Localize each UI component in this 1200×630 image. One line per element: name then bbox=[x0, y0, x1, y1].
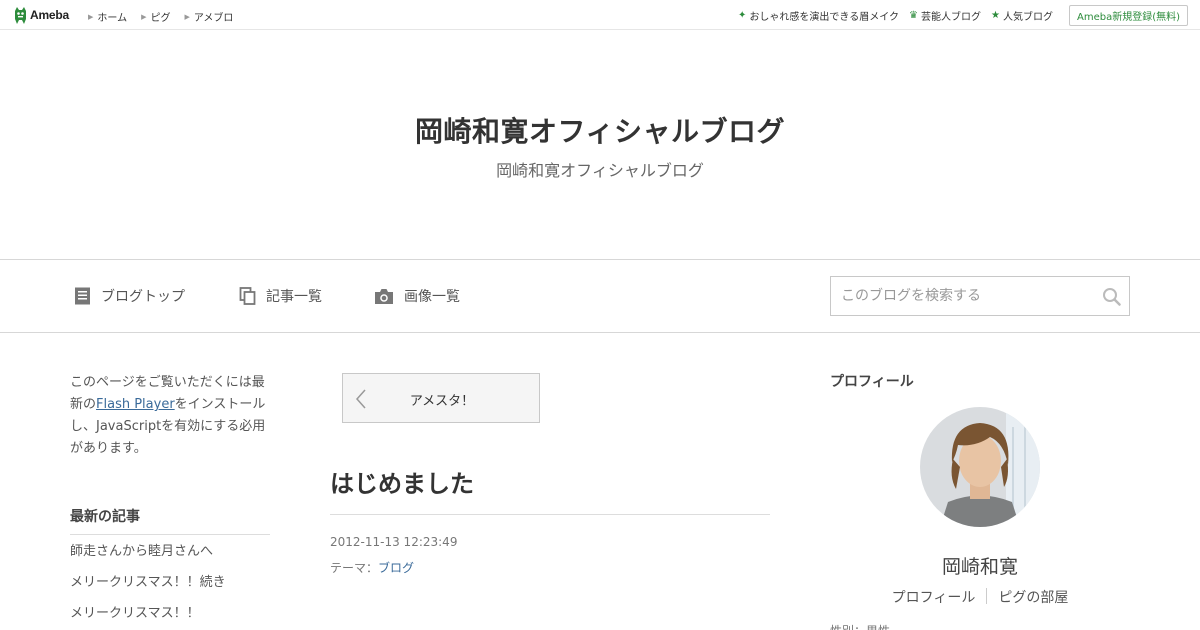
entry-date: 2012-11-13 12:23:49 bbox=[330, 535, 458, 549]
divider bbox=[986, 588, 988, 604]
nav-article-list[interactable]: 記事一覧 bbox=[239, 286, 322, 306]
pigg-room-link[interactable]: ピグの部屋 bbox=[998, 587, 1068, 607]
blog-nav: ブログトップ 記事一覧 画像一覧 bbox=[0, 260, 1200, 333]
flash-notice: このページをご覧いただくには最新のFlash Playerをインストールし、Ja… bbox=[70, 372, 270, 460]
chevron-right-icon: ▶ bbox=[184, 12, 190, 21]
list-item[interactable]: メリークリスマス！！ bbox=[70, 603, 270, 630]
crown-icon: ♛ bbox=[909, 10, 919, 21]
popular-blog-link[interactable]: ★ 人気ブログ bbox=[991, 8, 1053, 23]
nav-blog-top[interactable]: ブログトップ bbox=[74, 286, 185, 306]
document-icon bbox=[75, 287, 90, 305]
divider bbox=[330, 514, 770, 515]
entry-theme-link[interactable]: ブログ bbox=[378, 561, 414, 575]
global-nav-label: ホーム bbox=[97, 13, 128, 24]
global-nav-ameblo[interactable]: ▶ アメブロ bbox=[184, 9, 234, 25]
search-input[interactable] bbox=[831, 277, 1091, 315]
sparkle-icon: ✦ bbox=[738, 10, 747, 21]
ameba-logo-icon bbox=[15, 6, 26, 24]
celebrity-blog-link[interactable]: ♛ 芸能人ブログ bbox=[909, 8, 981, 23]
previous-entry-button[interactable]: アメスタ！ bbox=[342, 373, 540, 423]
camera-icon bbox=[375, 288, 393, 304]
list-item[interactable]: 師走さんから睦月さんへ bbox=[70, 541, 270, 572]
star-icon: ★ bbox=[991, 10, 1000, 21]
popular-blog-label: 人気ブログ bbox=[1002, 12, 1053, 23]
chevron-right-icon: ▶ bbox=[88, 12, 94, 21]
global-nav-label: アメブロ bbox=[193, 13, 234, 24]
entry-theme: テーマ：ブログ bbox=[330, 559, 414, 576]
blog-description: 岡崎和寛オフィシャルブログ bbox=[496, 161, 704, 180]
entry-theme-prefix: テーマ： bbox=[330, 561, 379, 575]
avatar[interactable] bbox=[920, 407, 1040, 527]
global-right-links: ✦ おしゃれ感を演出できる眉メイク ♛ 芸能人ブログ ★ 人気ブログ Ameba… bbox=[738, 5, 1188, 26]
celebrity-blog-label: 芸能人ブログ bbox=[921, 12, 982, 23]
flash-player-link[interactable]: Flash Player bbox=[96, 397, 175, 412]
search-icon[interactable] bbox=[1102, 287, 1121, 306]
list-item[interactable]: メリークリスマス！！続き bbox=[70, 572, 270, 603]
left-sidebar: このページをご覧いただくには最新のFlash Playerをインストールし、Ja… bbox=[70, 372, 270, 630]
global-nav-label: ピグ bbox=[150, 13, 171, 24]
nav-article-list-label: 記事一覧 bbox=[266, 289, 322, 305]
profile-link[interactable]: プロフィール bbox=[892, 587, 976, 607]
global-header: Ameba ▶ ホーム ▶ ピグ ▶ アメブロ ✦ おしゃれ感を演出できる眉メイク ♛… bbox=[0, 0, 1200, 30]
ameba-logo-text: Ameba bbox=[30, 8, 70, 22]
profile-name: 岡崎和寛 bbox=[941, 556, 1018, 578]
ameba-logo[interactable]: Ameba bbox=[14, 6, 69, 24]
blog-header: 岡崎和寛オフィシャルブログ 岡崎和寛オフィシャルブログ bbox=[0, 30, 1200, 260]
global-nav-home[interactable]: ▶ ホーム bbox=[88, 9, 128, 25]
blog-title[interactable]: 岡崎和寛オフィシャルブログ bbox=[0, 110, 1200, 150]
nav-image-list-label: 画像一覧 bbox=[404, 289, 460, 305]
profile-heading: プロフィール bbox=[830, 374, 914, 390]
recent-articles-heading: 最新の記事 bbox=[70, 506, 270, 535]
nav-image-list[interactable]: 画像一覧 bbox=[374, 286, 460, 306]
register-button[interactable]: Ameba新規登録(無料) bbox=[1068, 5, 1188, 26]
chevron-right-icon: ▶ bbox=[141, 12, 147, 21]
global-nav-pigg[interactable]: ▶ ピグ bbox=[141, 9, 171, 25]
profile-photo bbox=[920, 407, 1040, 527]
global-nav: ▶ ホーム ▶ ピグ ▶ アメブロ bbox=[88, 9, 247, 25]
promo-link-eyebrow[interactable]: ✦ おしゃれ感を演出できる眉メイク bbox=[738, 8, 899, 23]
copy-icon bbox=[239, 287, 256, 305]
recent-articles-list: 師走さんから睦月さんへ メリークリスマス！！続き メリークリスマス！！ bbox=[70, 541, 270, 630]
profile-gender: 性別：男性 bbox=[830, 622, 890, 630]
profile-links: プロフィール ピグの部屋 bbox=[830, 587, 1130, 607]
promo-link-label: おしゃれ感を演出できる眉メイク bbox=[749, 12, 900, 23]
previous-entry-label: アメスタ！ bbox=[409, 394, 475, 409]
entry-title[interactable]: はじめました bbox=[330, 464, 474, 499]
blog-search bbox=[830, 276, 1130, 316]
nav-blog-top-label: ブログトップ bbox=[101, 289, 185, 305]
